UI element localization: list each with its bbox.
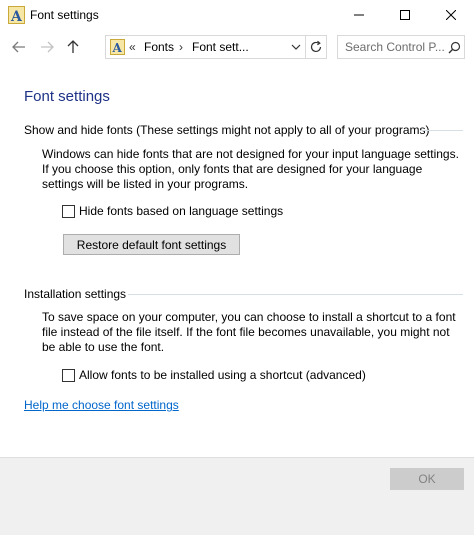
- title-bar: A Font settings: [0, 0, 474, 30]
- navigation-bar: A « Fonts › Font sett... Search Control …: [0, 30, 474, 64]
- installation-description: To save space on your computer, you can …: [42, 310, 456, 354]
- page-title: Font settings: [24, 88, 110, 105]
- installation-heading: Installation settings: [24, 287, 127, 301]
- help-link[interactable]: Help me choose font settings: [24, 398, 179, 412]
- footer-bar: OK: [0, 458, 474, 535]
- svg-text:A: A: [10, 9, 23, 24]
- refresh-icon[interactable]: [309, 40, 323, 54]
- up-button[interactable]: [64, 38, 82, 56]
- minimize-icon: [354, 14, 364, 16]
- address-divider: [305, 36, 306, 58]
- hide-fonts-label[interactable]: Hide fonts based on language settings: [79, 204, 283, 218]
- svg-text:A: A: [112, 41, 123, 55]
- arrow-up-icon: [67, 40, 79, 53]
- show-hide-heading: Show and hide fonts (These settings migh…: [24, 123, 430, 137]
- address-overflow[interactable]: «: [129, 40, 136, 54]
- search-input[interactable]: Search Control P...: [345, 40, 445, 54]
- address-bar[interactable]: A « Fonts › Font sett...: [105, 35, 327, 59]
- arrow-left-icon: [12, 41, 25, 53]
- installation-divider: [128, 294, 463, 295]
- font-a-icon: A: [110, 39, 125, 55]
- search-icon: [448, 41, 461, 54]
- show-hide-divider: [421, 130, 463, 131]
- restore-default-button[interactable]: Restore default font settings: [63, 234, 240, 255]
- search-box[interactable]: Search Control P...: [337, 35, 465, 59]
- ok-button[interactable]: OK: [390, 468, 464, 490]
- allow-shortcut-label[interactable]: Allow fonts to be installed using a shor…: [79, 368, 366, 382]
- allow-shortcut-checkbox[interactable]: [62, 368, 75, 382]
- forward-button[interactable]: [38, 38, 56, 56]
- close-button[interactable]: [428, 0, 474, 30]
- maximize-button[interactable]: [382, 0, 428, 30]
- breadcrumb-font-settings[interactable]: Font sett...: [192, 40, 249, 54]
- font-a-icon: A: [8, 6, 25, 24]
- maximize-icon: [400, 10, 410, 20]
- hide-fonts-option[interactable]: Hide fonts based on language settings: [62, 204, 283, 218]
- hide-fonts-checkbox[interactable]: [62, 204, 75, 218]
- back-button[interactable]: [10, 38, 28, 56]
- arrow-right-icon: [41, 41, 54, 53]
- show-hide-description: Windows can hide fonts that are not desi…: [42, 147, 459, 191]
- window-title: Font settings: [30, 8, 99, 22]
- chevron-down-icon[interactable]: [290, 41, 302, 53]
- minimize-button[interactable]: [336, 0, 382, 30]
- allow-shortcut-option[interactable]: Allow fonts to be installed using a shor…: [62, 368, 366, 382]
- close-icon: [446, 10, 456, 20]
- breadcrumb-fonts[interactable]: Fonts: [144, 40, 174, 54]
- breadcrumb-separator[interactable]: ›: [179, 40, 183, 54]
